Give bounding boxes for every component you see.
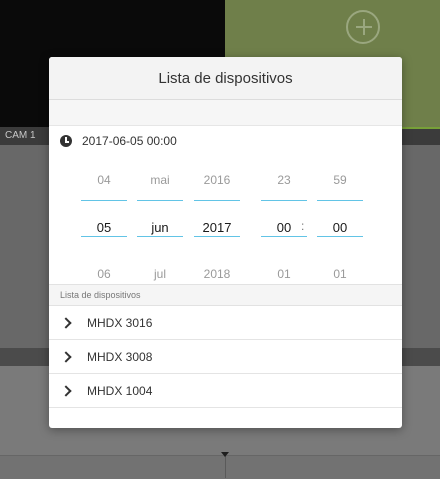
picker-line xyxy=(137,236,183,237)
datetime-row[interactable]: 2017-06-05 00:00 xyxy=(49,126,402,156)
footer-bar xyxy=(0,455,440,479)
picker-line xyxy=(81,236,127,237)
picker-month-column[interactable]: mai jun jul xyxy=(137,156,183,284)
picker-line xyxy=(317,200,363,201)
picker-day-current[interactable]: 05 xyxy=(81,220,127,235)
picker-minute-current[interactable]: 00 xyxy=(317,220,363,235)
chevron-right-icon xyxy=(60,316,72,329)
picker-line xyxy=(194,236,240,237)
picker-month-current[interactable]: jun xyxy=(137,220,183,235)
datetime-picker[interactable]: 04 05 06 mai jun jul 2016 2017 2018 23 0… xyxy=(49,156,402,284)
add-camera-icon[interactable] xyxy=(346,10,380,44)
picker-hour-next[interactable]: 01 xyxy=(261,267,307,281)
device-list-item[interactable]: MHDX 3008 xyxy=(49,340,402,374)
picker-month-prev[interactable]: mai xyxy=(137,173,183,187)
caret-down-icon[interactable] xyxy=(221,452,229,457)
picker-line xyxy=(261,236,307,237)
picker-day-next[interactable]: 06 xyxy=(81,267,127,281)
picker-line xyxy=(194,200,240,201)
datetime-value: 2017-06-05 00:00 xyxy=(82,134,177,148)
picker-hour-prev[interactable]: 23 xyxy=(261,173,307,187)
dialog-title: Lista de dispositivos xyxy=(49,57,402,100)
dialog-spacer xyxy=(49,100,402,126)
camera-label: CAM 1 xyxy=(5,130,36,141)
picker-day-prev[interactable]: 04 xyxy=(81,173,127,187)
picker-minute-prev[interactable]: 59 xyxy=(317,173,363,187)
time-separator: : xyxy=(301,219,305,233)
chevron-right-icon xyxy=(60,384,72,397)
device-list-item[interactable]: MHDX 1004 xyxy=(49,374,402,408)
picker-line xyxy=(81,200,127,201)
picker-day-column[interactable]: 04 05 06 xyxy=(81,156,127,284)
clock-icon xyxy=(60,135,72,147)
picker-year-column[interactable]: 2016 2017 2018 xyxy=(194,156,240,284)
device-list-dialog: Lista de dispositivos 2017-06-05 00:00 0… xyxy=(49,57,402,428)
device-name: MHDX 3008 xyxy=(87,349,153,364)
device-list-header: Lista de dispositivos xyxy=(49,284,402,306)
picker-minute-column[interactable]: 59 00 01 xyxy=(317,156,363,284)
picker-minute-next[interactable]: 01 xyxy=(317,267,363,281)
picker-year-current[interactable]: 2017 xyxy=(194,220,240,235)
picker-line xyxy=(137,200,183,201)
chevron-right-icon xyxy=(60,350,72,363)
device-name: MHDX 1004 xyxy=(87,383,153,398)
device-list-item[interactable]: MHDX 3016 xyxy=(49,306,402,340)
picker-line xyxy=(261,200,307,201)
picker-line xyxy=(317,236,363,237)
footer-divider xyxy=(225,455,226,478)
picker-year-next[interactable]: 2018 xyxy=(194,267,240,281)
device-name: MHDX 3016 xyxy=(87,315,153,330)
picker-year-prev[interactable]: 2016 xyxy=(194,173,240,187)
picker-month-next[interactable]: jul xyxy=(137,267,183,281)
